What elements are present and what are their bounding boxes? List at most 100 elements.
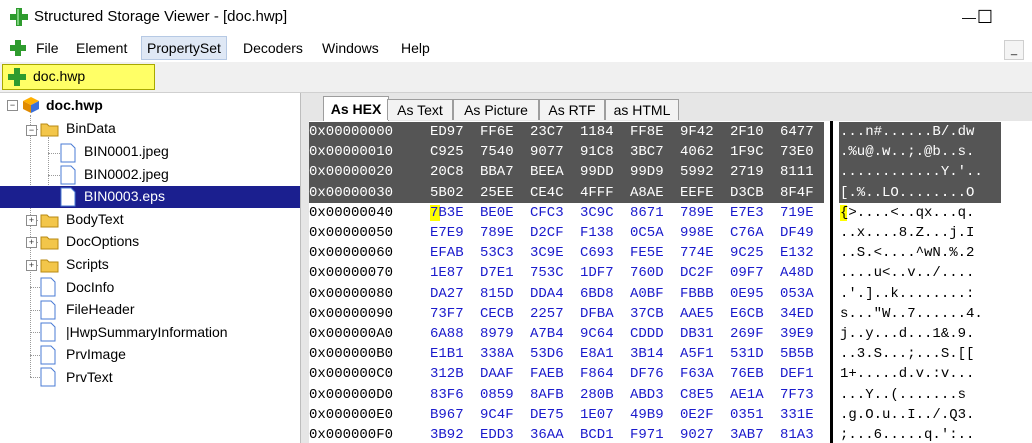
hex-word[interactable]: D3CB (730, 185, 764, 201)
tab-as-text[interactable]: As Text (387, 99, 453, 120)
hex-word[interactable]: 269F (730, 326, 764, 342)
hex-word[interactable]: 99DD (580, 164, 614, 180)
hex-word[interactable]: B967 (430, 407, 464, 423)
hex-word[interactable]: 0E95 (730, 286, 764, 302)
tab-as-hex[interactable]: As HEX (323, 96, 389, 121)
hex-word[interactable]: DB31 (680, 326, 714, 342)
hex-word[interactable]: 2F10 (730, 124, 764, 140)
hex-word[interactable]: 3BC7 (630, 144, 664, 160)
menu-help[interactable]: Help (396, 37, 435, 59)
hex-word[interactable]: 0859 (480, 387, 514, 403)
hex-word[interactable]: DEF1 (780, 366, 814, 382)
hex-word[interactable]: 0351 (730, 407, 764, 423)
hex-row-ascii[interactable]: ..S.<....^wN.%.2 (840, 245, 974, 261)
hex-word[interactable]: A48D (780, 265, 814, 281)
hex-word[interactable]: 53C3 (480, 245, 514, 261)
hex-row-ascii[interactable]: 1+.....d.v.:v... (840, 366, 974, 382)
hex-word[interactable]: E7E3 (730, 205, 764, 221)
hex-word[interactable]: A5F1 (680, 346, 714, 362)
root-expander[interactable]: − (7, 100, 18, 111)
hex-row-ascii[interactable]: ..3.S...;...S.[[ (840, 346, 974, 362)
menu-element[interactable]: Element (71, 37, 132, 59)
hex-word[interactable]: 4062 (680, 144, 714, 160)
hex-word[interactable]: BCD1 (580, 427, 614, 443)
hex-word[interactable]: BE0E (480, 205, 514, 221)
hex-word[interactable]: 8979 (480, 326, 514, 342)
hex-word[interactable]: 73E0 (780, 144, 814, 160)
hex-word[interactable]: 1F9C (730, 144, 764, 160)
menu-windows[interactable]: Windows (317, 37, 384, 59)
tab-as-picture[interactable]: As Picture (453, 99, 539, 120)
hex-word[interactable]: EEFE (680, 185, 714, 201)
hex-word[interactable]: F971 (630, 427, 664, 443)
hex-word[interactable]: C76A (730, 225, 764, 241)
hex-word[interactable]: 2257 (530, 306, 564, 322)
hex-word[interactable]: E8A1 (580, 346, 614, 362)
hex-word[interactable]: 0E2F (680, 407, 714, 423)
hex-row-ascii[interactable]: .g.O.u..I../.Q3. (840, 407, 974, 423)
hex-word[interactable]: 789E (680, 205, 714, 221)
hex-word[interactable]: 3AB7 (730, 427, 764, 443)
hex-word[interactable]: AE1A (730, 387, 764, 403)
hex-word[interactable]: F63A (680, 366, 714, 382)
hex-word[interactable]: 8671 (630, 205, 664, 221)
hex-word[interactable]: 1DF7 (580, 265, 614, 281)
hex-row-ascii[interactable]: ..x....8.Z...j.I (840, 225, 974, 241)
hex-word[interactable]: CDDD (630, 326, 664, 342)
hex-word[interactable]: 91C8 (580, 144, 614, 160)
hex-word[interactable]: D2CF (530, 225, 564, 241)
hex-word[interactable]: 753C (530, 265, 564, 281)
hex-word[interactable]: 83F6 (430, 387, 464, 403)
mdi-minimize-button[interactable]: _ (1004, 40, 1024, 60)
tree-node-bin0003[interactable]: BIN0003.eps (0, 186, 300, 208)
hex-word[interactable]: 36AA (530, 427, 564, 443)
hex-word[interactable]: DE75 (530, 407, 564, 423)
hex-row-ascii[interactable]: s..."W..7......4. (840, 306, 983, 322)
hex-view[interactable]: 0x00000000 ED97 FF6E 23C7 1184 FF8E 9F42 2F10 64… (309, 121, 1032, 443)
hex-word[interactable]: C8E5 (680, 387, 714, 403)
hex-row-ascii[interactable]: .%u@.w..;.@b..s. (840, 144, 974, 160)
hex-word[interactable]: 7B3E (430, 205, 464, 221)
hex-word[interactable]: 1E07 (580, 407, 614, 423)
hex-word[interactable]: 37CB (630, 306, 664, 322)
scripts-expander[interactable]: + (26, 260, 37, 271)
hex-word[interactable]: 280B (580, 387, 614, 403)
hex-word[interactable]: 053A (780, 286, 814, 302)
tab-as-html[interactable]: as HTML (605, 99, 679, 120)
hex-word[interactable]: DFBA (580, 306, 614, 322)
hex-word[interactable]: 9C64 (580, 326, 614, 342)
hex-word[interactable]: 6BD8 (580, 286, 614, 302)
hex-word[interactable]: EFAB (430, 245, 464, 261)
hex-word[interactable]: FF8E (630, 124, 664, 140)
hex-word[interactable]: 9C25 (730, 245, 764, 261)
hex-word[interactable]: A0BF (630, 286, 664, 302)
hex-word[interactable]: A8AE (630, 185, 664, 201)
hex-word[interactable]: CECB (480, 306, 514, 322)
hex-word[interactable]: 9077 (530, 144, 564, 160)
hex-word[interactable]: ED97 (430, 124, 464, 140)
hex-word[interactable]: 331E (780, 407, 814, 423)
hex-word[interactable]: C693 (580, 245, 614, 261)
hex-word[interactable]: BEEA (530, 164, 564, 180)
hex-word[interactable]: 4FFF (580, 185, 614, 201)
hex-word[interactable]: 73F7 (430, 306, 464, 322)
hex-word[interactable]: DAAF (480, 366, 514, 382)
hex-word[interactable]: 8111 (780, 164, 814, 180)
hex-word[interactable]: 5992 (680, 164, 714, 180)
document-tab[interactable]: doc.hwp (2, 64, 155, 90)
hex-word[interactable]: 2719 (730, 164, 764, 180)
hex-word[interactable]: 760D (630, 265, 664, 281)
hex-word[interactable]: C925 (430, 144, 464, 160)
hex-word[interactable]: DDA4 (530, 286, 564, 302)
hex-word[interactable]: 81A3 (780, 427, 814, 443)
hex-word[interactable]: CE4C (530, 185, 564, 201)
hex-row-ascii[interactable]: {>....<..qx...q. (840, 205, 974, 221)
hex-word[interactable]: EDD3 (480, 427, 514, 443)
mdi-document-icon[interactable] (9, 39, 27, 57)
hex-word[interactable]: 6A88 (430, 326, 464, 342)
hex-word[interactable]: 53D6 (530, 346, 564, 362)
hex-row-ascii[interactable]: [.%..LO........O (840, 185, 974, 201)
hex-word[interactable]: FAEB (530, 366, 564, 382)
hex-row-ascii[interactable]: ...Y..(.......s (840, 387, 966, 403)
hex-word[interactable]: 719E (780, 205, 814, 221)
